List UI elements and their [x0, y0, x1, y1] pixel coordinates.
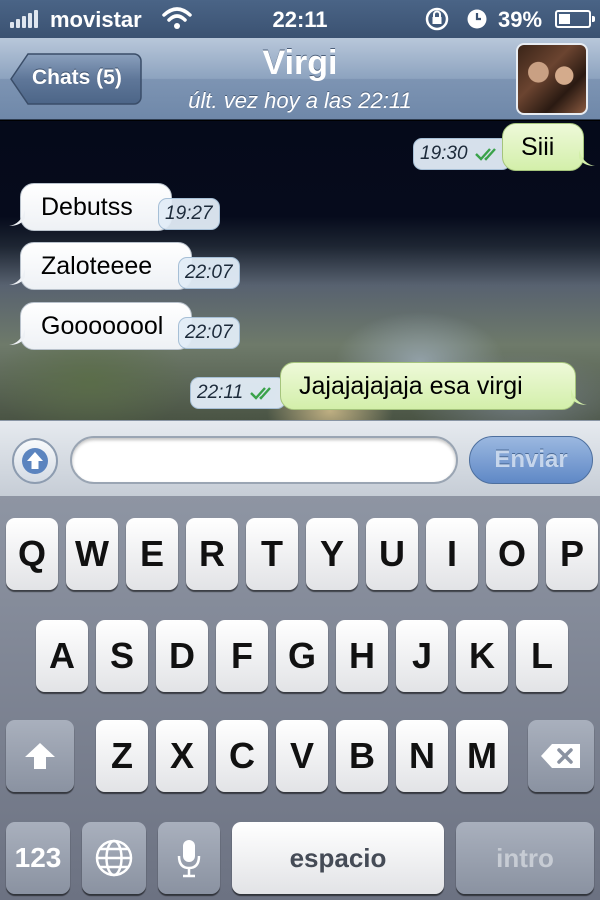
key-g[interactable]: G	[276, 620, 328, 692]
shift-key[interactable]	[6, 720, 74, 792]
key-y[interactable]: Y	[306, 518, 358, 590]
return-key[interactable]: intro	[456, 822, 594, 894]
dictation-key[interactable]	[158, 822, 220, 894]
key-f[interactable]: F	[216, 620, 268, 692]
message-text: Zaloteeee	[41, 252, 153, 280]
message-text: Goooooool	[41, 312, 164, 340]
message-bubble-incoming[interactable]: Zaloteeee	[9, 242, 192, 290]
message-bubble-incoming[interactable]: Goooooool	[9, 302, 192, 350]
message-time: 22:07	[185, 322, 233, 343]
contact-avatar[interactable]	[516, 43, 588, 115]
battery-fill	[559, 14, 570, 24]
key-r[interactable]: R	[186, 518, 238, 590]
bubble-tail	[571, 389, 587, 405]
key-v[interactable]: V	[276, 720, 328, 792]
key-u[interactable]: U	[366, 518, 418, 590]
read-ticks-icon	[250, 387, 272, 400]
key-s[interactable]: S	[96, 620, 148, 692]
globe-icon	[95, 839, 133, 877]
message-time: 22:11	[197, 382, 244, 403]
keyboard: Q W E R T Y U I O P A S D F G H J K L Z …	[0, 496, 600, 900]
key-b[interactable]: B	[336, 720, 388, 792]
key-c[interactable]: C	[216, 720, 268, 792]
key-x[interactable]: X	[156, 720, 208, 792]
message-composer: Enviar	[0, 420, 600, 496]
key-a[interactable]: A	[36, 620, 88, 692]
send-button[interactable]: Enviar	[469, 436, 593, 484]
battery-icon	[555, 10, 595, 28]
message-bubble-outgoing[interactable]: Jajajajajaja esa virgi	[280, 362, 587, 410]
bubble-tail	[579, 150, 595, 166]
chat-messages[interactable]: 19:30 Siii Debutss 19:27 Zaloteeee 22:07…	[0, 121, 600, 420]
key-z[interactable]: Z	[96, 720, 148, 792]
key-i[interactable]: I	[426, 518, 478, 590]
message-timestamp: 22:07	[178, 317, 240, 349]
key-d[interactable]: D	[156, 620, 208, 692]
contact-name[interactable]: Virgi	[0, 44, 600, 83]
shift-arrow-icon	[25, 743, 55, 769]
message-timestamp: 22:07	[178, 257, 240, 289]
message-text: Debutss	[41, 193, 133, 221]
message-input[interactable]	[70, 436, 458, 484]
key-q[interactable]: Q	[6, 518, 58, 590]
message-text: Siii	[521, 133, 555, 161]
key-j[interactable]: J	[396, 620, 448, 692]
message-time: 19:30	[420, 143, 468, 164]
message-time: 19:27	[165, 203, 213, 224]
key-o[interactable]: O	[486, 518, 538, 590]
key-m[interactable]: M	[456, 720, 508, 792]
key-t[interactable]: T	[246, 518, 298, 590]
message-timestamp: 22:11	[190, 377, 287, 409]
bubble-tail	[9, 210, 25, 226]
key-n[interactable]: N	[396, 720, 448, 792]
arrow-up-icon	[22, 448, 48, 474]
key-e[interactable]: E	[126, 518, 178, 590]
read-ticks-icon	[474, 148, 496, 161]
bubble-tail	[9, 269, 25, 285]
key-l[interactable]: L	[516, 620, 568, 692]
message-text: Jajajajajaja esa virgi	[299, 372, 523, 400]
status-bar: movistar 22:11 39%	[0, 0, 600, 38]
key-p[interactable]: P	[546, 518, 598, 590]
delete-icon	[541, 744, 580, 768]
message-bubble-incoming[interactable]: Debutss	[9, 183, 172, 231]
last-seen-status: últ. vez hoy a las 22:11	[188, 88, 412, 113]
globe-key[interactable]	[82, 822, 146, 894]
bubble-tail	[9, 329, 25, 345]
message-bubble-outgoing[interactable]: Siii	[502, 123, 595, 171]
microphone-icon	[177, 840, 201, 878]
battery-percent: 39%	[498, 7, 543, 32]
alarm-icon	[467, 9, 487, 29]
rotation-lock-icon	[425, 7, 449, 31]
message-timestamp: 19:30	[413, 138, 511, 170]
message-time: 22:07	[185, 262, 233, 283]
key-k[interactable]: K	[456, 620, 508, 692]
attach-button[interactable]	[12, 438, 58, 484]
nav-bar: Chats (5) Virgi últ. vez hoy a las 22:11	[0, 38, 600, 120]
key-w[interactable]: W	[66, 518, 118, 590]
numbers-key[interactable]: 123	[6, 822, 70, 894]
key-h[interactable]: H	[336, 620, 388, 692]
backspace-key[interactable]	[528, 720, 594, 792]
message-timestamp: 19:27	[158, 198, 220, 230]
space-key[interactable]: espacio	[232, 822, 444, 894]
